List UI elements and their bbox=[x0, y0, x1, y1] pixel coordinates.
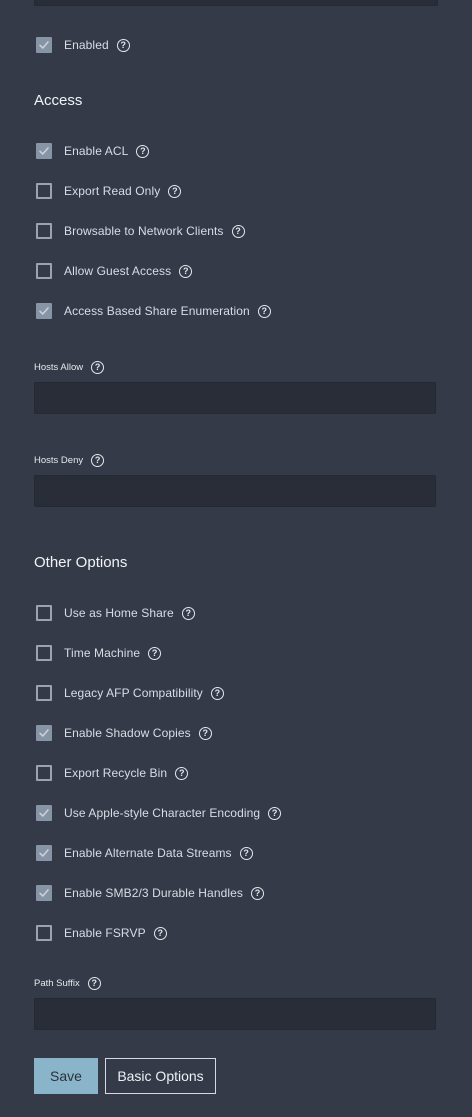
help-icon[interactable]: ? bbox=[91, 361, 105, 374]
save-button[interactable]: Save bbox=[34, 1058, 98, 1094]
checkbox-label: Export Read Only bbox=[64, 184, 161, 198]
checkbox-label: Export Recycle Bin bbox=[64, 766, 168, 780]
checkbox-durable-handles[interactable] bbox=[36, 885, 52, 901]
checkbox-label: Access Based Share Enumeration bbox=[64, 304, 250, 318]
checkmark-icon bbox=[39, 729, 49, 737]
checkbox-label: Enable ACL bbox=[64, 144, 129, 158]
help-icon[interactable]: ? bbox=[257, 304, 271, 318]
section-title-access: Access bbox=[34, 92, 83, 109]
checkbox-legacy-afp[interactable] bbox=[36, 685, 52, 701]
checkbox-guest-access[interactable] bbox=[36, 263, 52, 279]
checkbox-label: Enable Shadow Copies bbox=[64, 726, 191, 740]
checkbox-row-apple-encoding[interactable]: Use Apple-style Character Encoding ? bbox=[34, 803, 282, 823]
path-suffix-label: Path Suffix ? bbox=[34, 977, 101, 990]
checkbox-enabled[interactable] bbox=[36, 37, 52, 53]
help-icon[interactable]: ? bbox=[198, 726, 212, 740]
help-icon[interactable]: ? bbox=[168, 184, 182, 198]
checkbox-abe[interactable] bbox=[36, 303, 52, 319]
help-icon[interactable]: ? bbox=[179, 264, 193, 278]
checkbox-label: Enable Alternate Data Streams bbox=[64, 846, 232, 860]
help-icon[interactable]: ? bbox=[116, 38, 130, 52]
path-suffix-label-text: Path Suffix bbox=[34, 978, 80, 989]
checkbox-alternate-data-streams[interactable] bbox=[36, 845, 52, 861]
hosts-allow-label-text: Hosts Allow bbox=[34, 362, 84, 373]
help-icon[interactable]: ? bbox=[153, 926, 167, 940]
checkbox-enable-acl[interactable] bbox=[36, 143, 52, 159]
help-icon[interactable]: ? bbox=[87, 977, 101, 990]
checkbox-label: Enable SMB2/3 Durable Handles bbox=[64, 886, 244, 900]
hosts-deny-label-text: Hosts Deny bbox=[34, 455, 84, 466]
checkbox-label: Use Apple-style Character Encoding bbox=[64, 806, 261, 820]
help-icon[interactable]: ? bbox=[181, 606, 195, 620]
checkbox-home-share[interactable] bbox=[36, 605, 52, 621]
checkmark-icon bbox=[39, 809, 49, 817]
help-icon[interactable]: ? bbox=[268, 806, 282, 820]
checkbox-row-export-read-only[interactable]: Export Read Only ? bbox=[34, 181, 182, 201]
checkbox-apple-encoding[interactable] bbox=[36, 805, 52, 821]
checkbox-fsrvp[interactable] bbox=[36, 925, 52, 941]
checkbox-row-alternate-data-streams[interactable]: Enable Alternate Data Streams ? bbox=[34, 843, 253, 863]
checkbox-row-shadow-copies[interactable]: Enable Shadow Copies ? bbox=[34, 723, 212, 743]
checkbox-row-time-machine[interactable]: Time Machine ? bbox=[34, 643, 162, 663]
checkmark-icon bbox=[39, 41, 49, 49]
help-icon[interactable]: ? bbox=[91, 454, 105, 467]
path-suffix-input[interactable] bbox=[34, 998, 436, 1030]
checkbox-row-enabled[interactable]: Enabled ? bbox=[34, 35, 130, 55]
checkbox-label: Enable FSRVP bbox=[64, 926, 146, 940]
hosts-allow-input[interactable] bbox=[34, 382, 436, 414]
checkbox-row-recycle-bin[interactable]: Export Recycle Bin ? bbox=[34, 763, 189, 783]
checkbox-recycle-bin[interactable] bbox=[36, 765, 52, 781]
checkbox-label: Use as Home Share bbox=[64, 606, 174, 620]
help-icon[interactable]: ? bbox=[210, 686, 224, 700]
checkbox-time-machine[interactable] bbox=[36, 645, 52, 661]
checkbox-export-read-only[interactable] bbox=[36, 183, 52, 199]
checkbox-row-browsable[interactable]: Browsable to Network Clients ? bbox=[34, 221, 245, 241]
checkmark-icon bbox=[39, 147, 49, 155]
checkbox-label: Browsable to Network Clients bbox=[64, 224, 224, 238]
help-icon[interactable]: ? bbox=[136, 144, 150, 158]
help-icon[interactable]: ? bbox=[239, 846, 253, 860]
help-icon[interactable]: ? bbox=[231, 224, 245, 238]
checkbox-label: Allow Guest Access bbox=[64, 264, 172, 278]
basic-options-button[interactable]: Basic Options bbox=[105, 1058, 216, 1094]
checkbox-row-fsrvp[interactable]: Enable FSRVP ? bbox=[34, 923, 167, 943]
checkbox-label: Enabled bbox=[64, 38, 109, 52]
hosts-deny-label: Hosts Deny ? bbox=[34, 454, 105, 467]
checkmark-icon bbox=[39, 849, 49, 857]
previous-field-input[interactable] bbox=[34, 0, 438, 6]
checkbox-label: Time Machine bbox=[64, 646, 141, 660]
checkmark-icon bbox=[39, 889, 49, 897]
section-title-other-options: Other Options bbox=[34, 554, 128, 571]
checkbox-shadow-copies[interactable] bbox=[36, 725, 52, 741]
checkmark-icon bbox=[39, 307, 49, 315]
checkbox-row-home-share[interactable]: Use as Home Share ? bbox=[34, 603, 195, 623]
hosts-deny-input[interactable] bbox=[34, 475, 436, 507]
hosts-allow-label: Hosts Allow ? bbox=[34, 361, 105, 374]
checkbox-row-enable-acl[interactable]: Enable ACL ? bbox=[34, 141, 150, 161]
checkbox-label: Legacy AFP Compatibility bbox=[64, 686, 203, 700]
help-icon[interactable]: ? bbox=[148, 646, 162, 660]
checkbox-browsable[interactable] bbox=[36, 223, 52, 239]
checkbox-row-abe[interactable]: Access Based Share Enumeration ? bbox=[34, 301, 271, 321]
help-icon[interactable]: ? bbox=[175, 766, 189, 780]
checkbox-row-durable-handles[interactable]: Enable SMB2/3 Durable Handles ? bbox=[34, 883, 265, 903]
checkbox-row-guest-access[interactable]: Allow Guest Access ? bbox=[34, 261, 193, 281]
help-icon[interactable]: ? bbox=[251, 886, 265, 900]
checkbox-row-legacy-afp[interactable]: Legacy AFP Compatibility ? bbox=[34, 683, 224, 703]
